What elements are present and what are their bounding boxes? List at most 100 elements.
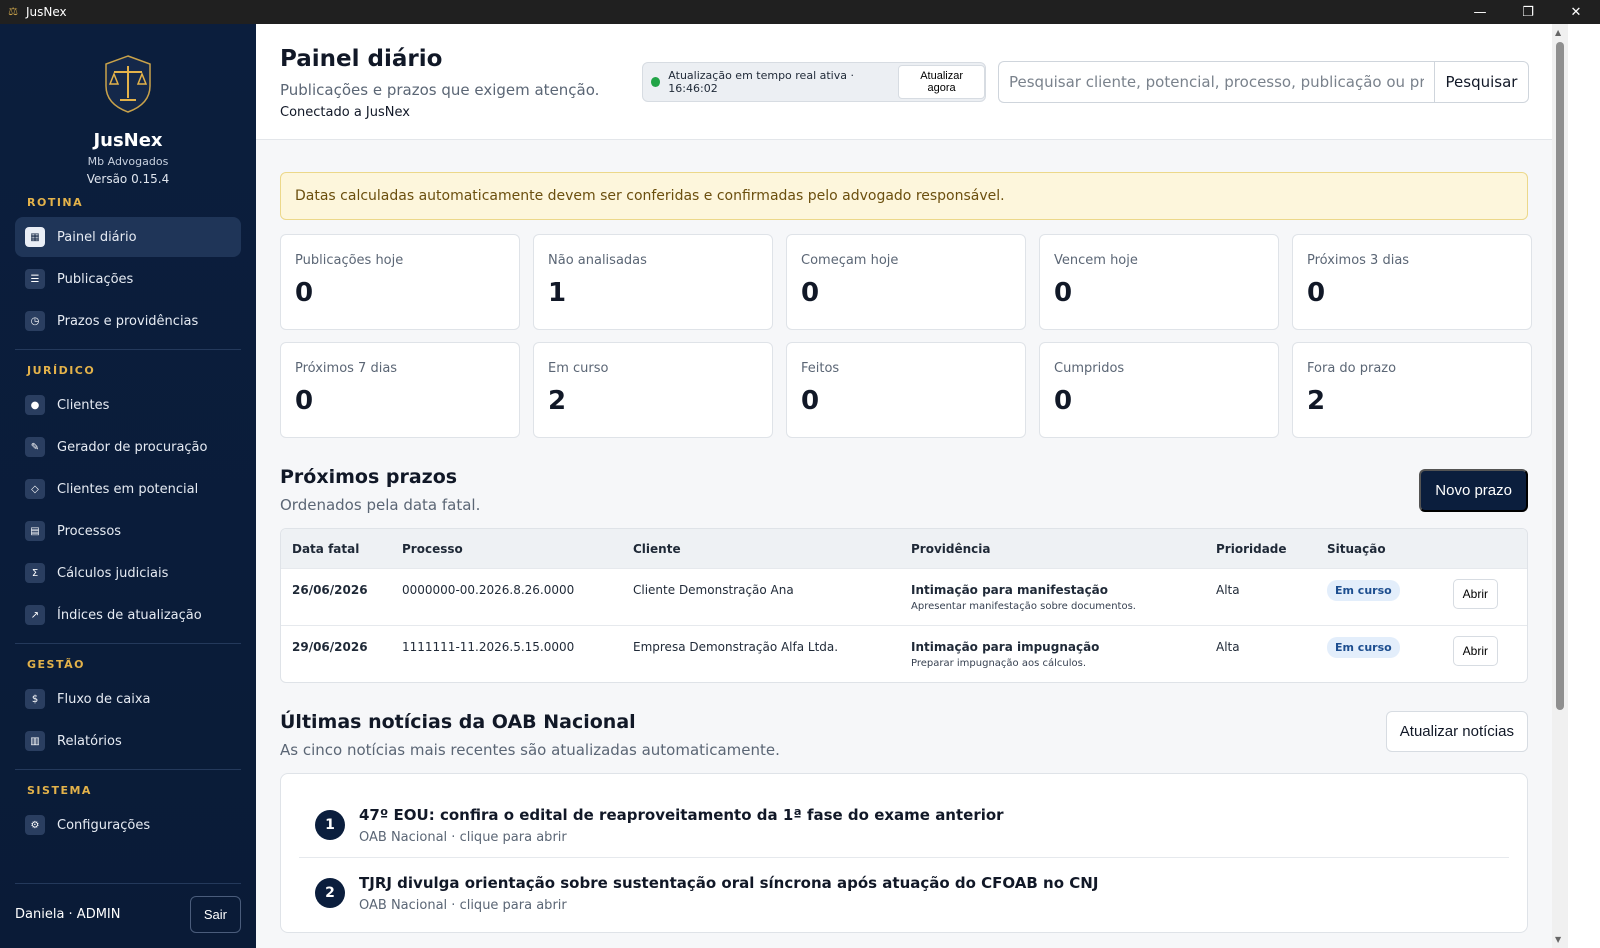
page-header: Painel diário Publicações e prazos que e… — [256, 24, 1552, 140]
status-badge: Em curso — [1327, 580, 1400, 601]
news-item[interactable]: 1 47º EOU: confira o edital de reaprovei… — [299, 774, 1509, 858]
sidebar-item-publicacoes[interactable]: ☰ Publicações — [15, 259, 241, 299]
dashboard-body: Datas calculadas automaticamente devem s… — [256, 140, 1552, 933]
news-subtitle: As cinco notícias mais recentes são atua… — [280, 741, 780, 759]
folders-icon: ▤ — [25, 521, 45, 541]
stat-card: Publicações hoje 0 — [280, 234, 520, 330]
sidebar-item-painel[interactable]: ▦ Painel diário — [15, 217, 241, 257]
gear-icon: ⚙ — [25, 815, 45, 835]
refresh-news-button[interactable]: Atualizar notícias — [1385, 711, 1528, 752]
close-button[interactable]: ✕ — [1552, 0, 1600, 24]
stat-card: Próximos 3 dias 0 — [1292, 234, 1532, 330]
stat-label: Feitos — [801, 361, 840, 376]
stat-label: Próximos 7 dias — [295, 361, 398, 376]
stat-value: 0 — [295, 386, 314, 416]
sidebar-item-label: Configurações — [57, 817, 151, 833]
action-title: Intimação para manifestação — [911, 583, 1109, 597]
news-number: 1 — [315, 810, 345, 840]
window-controls: — ❐ ✕ — [1456, 0, 1600, 24]
scroll-down-icon[interactable]: ▼ — [1555, 935, 1561, 944]
brand-name: JusNex — [93, 130, 163, 151]
open-button[interactable]: Abrir — [1452, 579, 1498, 609]
restore-button[interactable]: ❐ — [1504, 0, 1552, 24]
column-header: Data fatal — [292, 541, 360, 556]
connection-status: Conectado a JusNex — [280, 105, 410, 120]
clock-icon: ◷ — [25, 311, 45, 331]
divider — [15, 349, 241, 350]
action-detail: Apresentar manifestação sobre documentos… — [911, 601, 1136, 612]
firm-name: Mb Advogados — [87, 155, 169, 168]
stat-value: 0 — [1054, 278, 1073, 308]
sidebar-item-label: Fluxo de caixa — [57, 691, 151, 707]
news-headline[interactable]: TJRJ divulga orientação sobre sustentaçã… — [359, 874, 1098, 892]
column-header: Situação — [1327, 541, 1386, 556]
sidebar-item-label: Clientes — [57, 397, 110, 413]
sidebar-item-processos[interactable]: ▤ Processos — [15, 511, 241, 551]
sidebar-item-indices[interactable]: ↗ Índices de atualização — [15, 595, 241, 635]
sidebar-footer: Daniela · ADMIN Sair — [15, 883, 241, 933]
window-edge — [1568, 24, 1600, 948]
cell-client: Empresa Demonstração Alfa Ltda. — [633, 640, 839, 654]
refresh-now-button[interactable]: Atualizar agora — [898, 65, 985, 99]
cell-date: 26/06/2026 — [292, 583, 368, 597]
app-version: Versão 0.15.4 — [86, 172, 170, 186]
news-item[interactable]: 2 TJRJ divulga orientação sobre sustenta… — [299, 858, 1509, 925]
sidebar-item-clientes[interactable]: ● Clientes — [15, 385, 241, 425]
stat-label: Começam hoje — [801, 253, 899, 268]
stat-value: 0 — [1307, 278, 1326, 308]
stat-card: Cumpridos 0 — [1039, 342, 1279, 438]
sidebar-item-calculos[interactable]: Σ Cálculos judiciais — [15, 553, 241, 593]
sidebar-item-potencial[interactable]: ◇ Clientes em potencial — [15, 469, 241, 509]
user-icon: ● — [25, 395, 45, 415]
section-gestao: GESTÃO — [27, 658, 85, 671]
deadlines-subtitle: Ordenados pela data fatal. — [280, 496, 481, 514]
news-header: Últimas notícias da OAB Nacional As cinc… — [280, 711, 1528, 759]
scroll-thumb[interactable] — [1556, 42, 1564, 710]
scroll-up-icon[interactable]: ▲ — [1555, 28, 1561, 37]
pen-icon: ✎ — [25, 437, 45, 457]
sidebar-item-procuracao[interactable]: ✎ Gerador de procuração — [15, 427, 241, 467]
sidebar-item-label: Clientes em potencial — [57, 481, 199, 497]
column-header: Providência — [911, 541, 991, 556]
realtime-text: Atualização em tempo real ativa · 16:46:… — [668, 69, 854, 95]
stat-card: Não analisadas 1 — [533, 234, 773, 330]
cell-priority: Alta — [1216, 583, 1240, 597]
live-dot-icon — [651, 77, 661, 87]
minimize-button[interactable]: — — [1456, 0, 1504, 24]
vertical-scrollbar[interactable]: ▲ ▼ — [1552, 24, 1568, 948]
cell-process: 1111111-11.2026.5.15.0000 — [402, 640, 575, 654]
open-button[interactable]: Abrir — [1452, 636, 1498, 666]
search-input[interactable] — [998, 61, 1434, 103]
sidebar-item-label: Publicações — [57, 271, 134, 287]
sidebar-item-fluxo[interactable]: $ Fluxo de caixa — [15, 679, 241, 719]
stats-grid: Publicações hoje 0 Não analisadas 1 Começa… — [280, 234, 1532, 438]
diamond-icon: ◇ — [25, 479, 45, 499]
stat-value: 1 — [548, 278, 567, 308]
stat-value: 0 — [801, 386, 820, 416]
stat-label: Não analisadas — [548, 253, 647, 268]
stat-value: 2 — [1307, 386, 1326, 416]
sidebar-item-configuracoes[interactable]: ⚙ Configurações — [15, 805, 241, 845]
section-juridico: JURÍDICO — [27, 364, 96, 377]
stat-card: Em curso 2 — [533, 342, 773, 438]
sidebar-item-prazos[interactable]: ◷ Prazos e providências — [15, 301, 241, 341]
cell-action: Intimação para impugnação Preparar impug… — [911, 626, 1216, 682]
news-headline[interactable]: 47º EOU: confira o edital de reaproveita… — [359, 806, 1004, 824]
stat-value: 0 — [1054, 386, 1073, 416]
sidebar-item-relatorios[interactable]: ▥ Relatórios — [15, 721, 241, 761]
section-rotina: ROTINA — [27, 196, 84, 209]
column-header: Cliente — [633, 541, 681, 556]
logo-scales-icon — [105, 55, 151, 113]
search-button[interactable]: Pesquisar — [1434, 61, 1529, 103]
logout-button[interactable]: Sair — [189, 896, 241, 933]
cell-status: Em curso — [1327, 626, 1447, 682]
trend-arrow-icon: ↗ — [25, 605, 45, 625]
stat-card: Vencem hoje 0 — [1039, 234, 1279, 330]
table-header: Data fatal Processo Cliente Providência … — [281, 529, 1527, 568]
new-deadline-button[interactable]: Novo prazo — [1419, 469, 1528, 512]
main-content: Painel diário Publicações e prazos que e… — [256, 24, 1552, 948]
stat-label: Vencem hoje — [1054, 253, 1138, 268]
stat-card: Fora do prazo 2 — [1292, 342, 1532, 438]
stat-label: Em curso — [548, 361, 609, 376]
window-titlebar: ⚖ JusNex — ❐ ✕ — [0, 0, 1600, 24]
